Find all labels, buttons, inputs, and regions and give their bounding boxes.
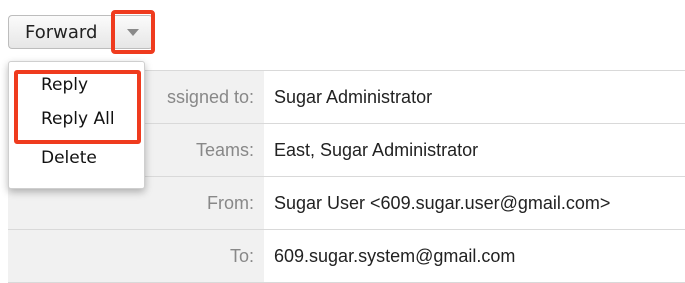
actions-dropdown-button[interactable] [111, 10, 156, 54]
highlight-box [14, 70, 141, 144]
table-row: To: 609.sugar.system@gmail.com [8, 230, 685, 283]
forward-button[interactable]: Forward [8, 15, 114, 49]
assigned-to-value: Sugar Administrator [274, 86, 433, 107]
menu-item-delete[interactable]: Delete [41, 148, 97, 168]
highlight-box [111, 10, 156, 54]
to-label: To: [8, 230, 264, 282]
to-value: 609.sugar.system@gmail.com [274, 245, 516, 266]
actions-dropdown-menu: Reply Reply All Delete [8, 61, 145, 189]
teams-value: East, Sugar Administrator [274, 139, 479, 160]
action-toolbar: Forward [8, 10, 156, 54]
from-value: Sugar User <609.sugar.user@gmail.com> [274, 192, 611, 213]
